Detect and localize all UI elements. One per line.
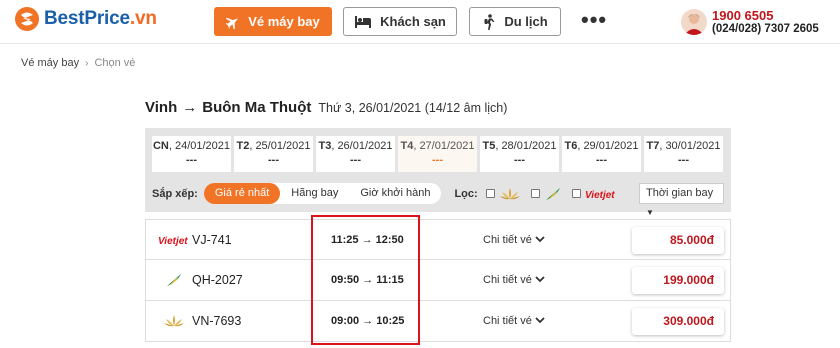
day-tab-date: , 25/01/2021 (249, 140, 311, 152)
airplane-icon (226, 17, 239, 29)
day-tab-active[interactable]: T4, 27/01/2021 --- (398, 136, 477, 172)
logo-text-main: BestPrice (44, 8, 130, 29)
breadcrumb-current: Chọn vé (94, 57, 136, 69)
day-tab-price: --- (268, 154, 279, 166)
day-tab-price: --- (186, 154, 197, 166)
flight-code: QH-2027 (192, 273, 243, 287)
day-tab[interactable]: T7, 30/01/2021 --- (644, 136, 723, 172)
day-tab-dow: CN (152, 140, 169, 152)
logo-text-suffix: .vn (129, 8, 157, 29)
day-tab[interactable]: T2, 25/01/2021 --- (234, 136, 313, 172)
flight-detail-label: Chi tiết vé (483, 274, 532, 286)
bestprice-logo[interactable]: BestPrice.vn (14, 6, 157, 32)
route-heading: Vinh → Buôn Ma Thuột Thứ 3, 26/01/2021 (… (145, 99, 507, 116)
flight-price-button[interactable]: 309.000đ (632, 308, 724, 335)
flight-price-button[interactable]: 199.000đ (632, 267, 724, 294)
day-tab-date: , 29/01/2021 (577, 140, 639, 152)
flight-time-label: Thời gian bay (646, 187, 714, 199)
flight-detail-label: Chi tiết vé (483, 315, 532, 327)
flight-detail-link[interactable]: Chi tiết vé (483, 315, 545, 327)
search-panel: CN, 24/01/2021 --- T2, 25/01/2021 --- T3… (145, 128, 731, 217)
arrow-right-icon: → (182, 99, 198, 116)
flight-row: VN-7693 09:00 → 10:25 Chi tiết vé 309.00… (145, 301, 731, 342)
flight-list: Vietjet VJ-741 11:25 → 12:50 Chi tiết vé… (145, 219, 731, 342)
nav-flight-label: Vé máy bay (248, 14, 320, 29)
chevron-right-icon: › (85, 57, 89, 69)
breadcrumb: Vé máy bay › Chọn vé (21, 57, 135, 69)
sort-filter-row: Sắp xếp: Giá rẻ nhất Hãng bay Giờ khởi h… (152, 183, 623, 204)
day-tab-date: , 30/01/2021 (659, 140, 721, 152)
day-tab[interactable]: CN, 24/01/2021 --- (152, 136, 231, 172)
sort-departure-button[interactable]: Giờ khởi hành (349, 183, 441, 204)
day-tab-date: , 26/01/2021 (331, 140, 393, 152)
time-highlight-box (311, 215, 420, 345)
nav-tour-button[interactable]: Du lịch (469, 7, 561, 36)
svg-text:Vietjet: Vietjet (158, 236, 188, 246)
day-tab-price: --- (596, 154, 607, 166)
day-tab-dow: T5 (482, 140, 496, 152)
day-tab[interactable]: T5, 28/01/2021 --- (480, 136, 559, 172)
vietnam-airlines-lotus-icon (158, 313, 190, 329)
day-tab-dow: T3 (318, 140, 332, 152)
nav-tour-label: Du lịch (504, 14, 548, 29)
bamboo-airways-icon (158, 272, 190, 288)
sort-options: Giá rẻ nhất Hãng bay Giờ khởi hành (203, 183, 442, 204)
filter-vna-checkbox[interactable] (485, 189, 495, 198)
day-tab-dow: T4 (400, 140, 414, 152)
sort-airline-button[interactable]: Hãng bay (280, 183, 349, 204)
flight-time-dropdown[interactable]: Thời gian bay ▼ (639, 183, 724, 217)
site-header: BestPrice.vn Vé máy bay Khách sạn Du lịc… (0, 0, 840, 44)
nav-hotel-button[interactable]: Khách sạn (343, 7, 457, 36)
caret-down-icon: ▼ (646, 208, 654, 217)
day-tab-dow: T6 (564, 140, 578, 152)
flight-price-button[interactable]: 85.000đ (632, 227, 724, 254)
day-tab-dow: T7 (646, 140, 660, 152)
vietjet-logo: Vietjet (585, 188, 617, 200)
travel-date: Thứ 3, 26/01/2021 (14/12 âm lịch) (318, 101, 508, 115)
bamboo-airways-icon (544, 187, 562, 201)
day-tab[interactable]: T6, 29/01/2021 --- (562, 136, 641, 172)
bed-icon (355, 15, 372, 28)
nav-hotel-label: Khách sạn (380, 14, 446, 29)
day-tab[interactable]: T3, 26/01/2021 --- (316, 136, 395, 172)
vietjet-logo: Vietjet (158, 232, 190, 248)
day-tab-date: , 27/01/2021 (413, 140, 475, 152)
day-tab-price: --- (514, 154, 525, 166)
day-tab-price: --- (678, 154, 689, 166)
day-tab-dow: T2 (236, 140, 250, 152)
flight-code: VJ-741 (192, 233, 232, 247)
more-menu-icon[interactable]: ••• (581, 9, 607, 31)
flight-code: VN-7693 (192, 314, 242, 328)
svg-text:Vietjet: Vietjet (585, 190, 615, 200)
sort-cheapest-button[interactable]: Giá rẻ nhất (203, 183, 281, 204)
chevron-down-icon (535, 276, 545, 283)
phone-number[interactable]: (024/028) 7307 2605 (712, 23, 819, 35)
flight-row: QH-2027 09:50 → 11:15 Chi tiết vé 199.00… (145, 260, 731, 301)
sort-label: Sắp xếp: (152, 187, 198, 200)
hotline-number[interactable]: 1900 6505 (712, 8, 773, 23)
flight-row: Vietjet VJ-741 11:25 → 12:50 Chi tiết vé… (145, 219, 731, 260)
day-tab-date: , 28/01/2021 (495, 140, 557, 152)
flight-detail-link[interactable]: Chi tiết vé (483, 234, 545, 246)
origin-city: Vinh (145, 99, 178, 116)
nav-flight-button[interactable]: Vé máy bay (214, 7, 332, 36)
bestprice-logo-icon (15, 7, 39, 31)
day-tab-date: , 24/01/2021 (168, 140, 231, 152)
flight-detail-label: Chi tiết vé (483, 234, 532, 246)
support-avatar (681, 9, 707, 35)
day-tab-price: --- (432, 154, 443, 166)
filter-vietjet-checkbox[interactable] (571, 189, 581, 198)
chevron-down-icon (535, 236, 545, 243)
chevron-down-icon (535, 317, 545, 324)
filter-bamboo-checkbox[interactable] (530, 189, 540, 198)
destination-city: Buôn Ma Thuột (202, 99, 312, 116)
date-selector: CN, 24/01/2021 --- T2, 25/01/2021 --- T3… (152, 136, 723, 172)
flight-detail-link[interactable]: Chi tiết vé (483, 274, 545, 286)
breadcrumb-home[interactable]: Vé máy bay (21, 57, 79, 69)
vietnam-airlines-lotus-icon (499, 187, 521, 201)
filter-label: Lọc: (454, 187, 478, 200)
hiker-icon (484, 13, 495, 30)
day-tab-price: --- (350, 154, 361, 166)
